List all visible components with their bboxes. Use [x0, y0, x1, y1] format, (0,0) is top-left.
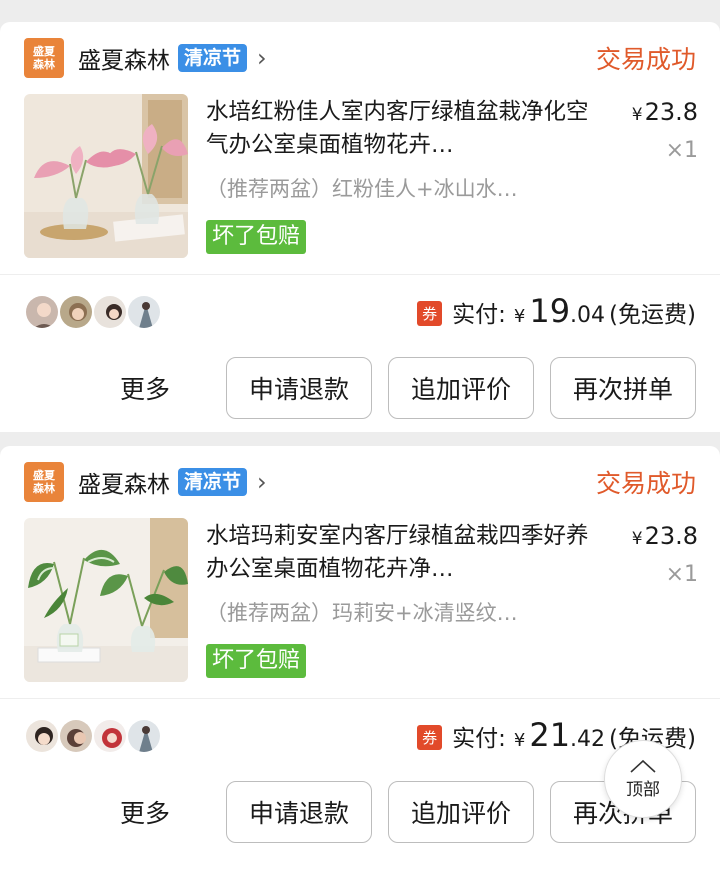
- paid-integer: 19: [529, 292, 571, 330]
- order-actions: 更多 申请退款 追加评价 再次拼单: [0, 356, 696, 420]
- paid-label: 实付:: [452, 726, 506, 752]
- order-actions: 更多 申请退款 追加评价 再次拼单: [0, 780, 696, 844]
- back-to-top-label: 顶部: [626, 779, 660, 800]
- buyer-avatars[interactable]: [24, 718, 162, 756]
- festival-badge: 清凉节: [178, 44, 248, 72]
- product-title[interactable]: 水培红粉佳人室内客厅绿植盆栽净化空气办公室桌面植物花卉…: [206, 96, 606, 162]
- product-spec: （推荐两盆）玛莉安+冰清竖纹…: [206, 601, 518, 625]
- reorder-button[interactable]: 再次拼单: [550, 357, 696, 419]
- guarantee-tag: 坏了包赔: [206, 220, 307, 254]
- shop-logo-text-2: 森林: [33, 482, 55, 495]
- shop-logo-text-1: 盛夏: [33, 469, 55, 482]
- divider: [0, 274, 720, 275]
- guarantee-tag: 坏了包赔: [206, 644, 307, 678]
- product-quantity: ×1: [665, 138, 698, 163]
- product-row[interactable]: 水培红粉佳人室内客厅绿植盆栽净化空气办公室桌面植物花卉… （推荐两盆）红粉佳人+…: [24, 94, 698, 260]
- product-spec: （推荐两盆）红粉佳人+冰山水…: [206, 177, 518, 201]
- avatar-icon: [58, 718, 94, 754]
- product-quantity: ×1: [665, 562, 698, 587]
- price-value: 23.8: [644, 98, 698, 126]
- more-button[interactable]: 更多: [120, 370, 170, 406]
- chevron-right-icon[interactable]: ›: [257, 470, 267, 494]
- order-card: 盛夏 森林 盛夏森林 清凉节 › 交易成功: [0, 446, 720, 880]
- order-status: 交易成功: [595, 469, 696, 498]
- avatar-icon: [92, 294, 128, 330]
- shop-logo-text-1: 盛夏: [33, 45, 55, 58]
- paid-label: 实付:: [452, 302, 506, 328]
- paid-integer: 21: [529, 716, 571, 754]
- product-price: ¥23.8: [632, 98, 698, 126]
- chevron-right-icon[interactable]: ›: [257, 46, 267, 70]
- coupon-badge: 券: [417, 725, 443, 750]
- price-symbol: ¥: [631, 529, 643, 549]
- paid-amount: 券 实付: ¥ 19 .04 (免运费): [417, 292, 696, 332]
- paid-decimal: .42: [570, 727, 606, 752]
- price-value: 23.8: [644, 522, 698, 550]
- festival-badge: 清凉节: [178, 468, 248, 496]
- product-thumbnail[interactable]: [24, 94, 188, 258]
- order-card: 盛夏 森林 盛夏森林 清凉节 › 交易成功: [0, 22, 720, 432]
- add-review-button[interactable]: 追加评价: [388, 781, 534, 843]
- shop-name[interactable]: 盛夏森林: [78, 41, 170, 75]
- shop-row[interactable]: 盛夏 森林 盛夏森林 清凉节 › 交易成功: [24, 36, 696, 80]
- price-symbol: ¥: [631, 105, 643, 125]
- back-to-top-button[interactable]: 顶部: [604, 740, 682, 818]
- avatar-icon: [24, 718, 60, 754]
- paid-symbol: ¥: [513, 306, 526, 327]
- order-status: 交易成功: [595, 45, 696, 74]
- add-review-button[interactable]: 追加评价: [388, 357, 534, 419]
- refund-button[interactable]: 申请退款: [226, 357, 372, 419]
- product-thumbnail[interactable]: [24, 518, 188, 682]
- shop-logo[interactable]: 盛夏 森林: [24, 38, 64, 78]
- shop-logo[interactable]: 盛夏 森林: [24, 462, 64, 502]
- product-price: ¥23.8: [632, 522, 698, 550]
- product-row[interactable]: 水培玛莉安室内客厅绿植盆栽四季好养办公室桌面植物花卉净… （推荐两盆）玛莉安+冰…: [24, 518, 698, 684]
- avatar-icon: [24, 294, 60, 330]
- more-button[interactable]: 更多: [120, 794, 170, 830]
- divider: [0, 698, 720, 699]
- buyer-avatars[interactable]: [24, 294, 162, 332]
- refund-button[interactable]: 申请退款: [226, 781, 372, 843]
- coupon-badge: 券: [417, 301, 443, 326]
- shop-logo-text-2: 森林: [33, 58, 55, 71]
- product-title[interactable]: 水培玛莉安室内客厅绿植盆栽四季好养办公室桌面植物花卉净…: [206, 520, 606, 586]
- free-shipping-note: (免运费): [609, 302, 696, 328]
- avatar-icon: [58, 294, 94, 330]
- paid-decimal: .04: [570, 303, 606, 328]
- avatar-icon: [126, 294, 162, 330]
- arrow-up-icon: [630, 759, 656, 773]
- paid-symbol: ¥: [513, 730, 526, 751]
- shop-row[interactable]: 盛夏 森林 盛夏森林 清凉节 › 交易成功: [24, 460, 696, 504]
- avatar-icon: [92, 718, 128, 754]
- shop-name[interactable]: 盛夏森林: [78, 465, 170, 499]
- avatar-icon: [126, 718, 162, 754]
